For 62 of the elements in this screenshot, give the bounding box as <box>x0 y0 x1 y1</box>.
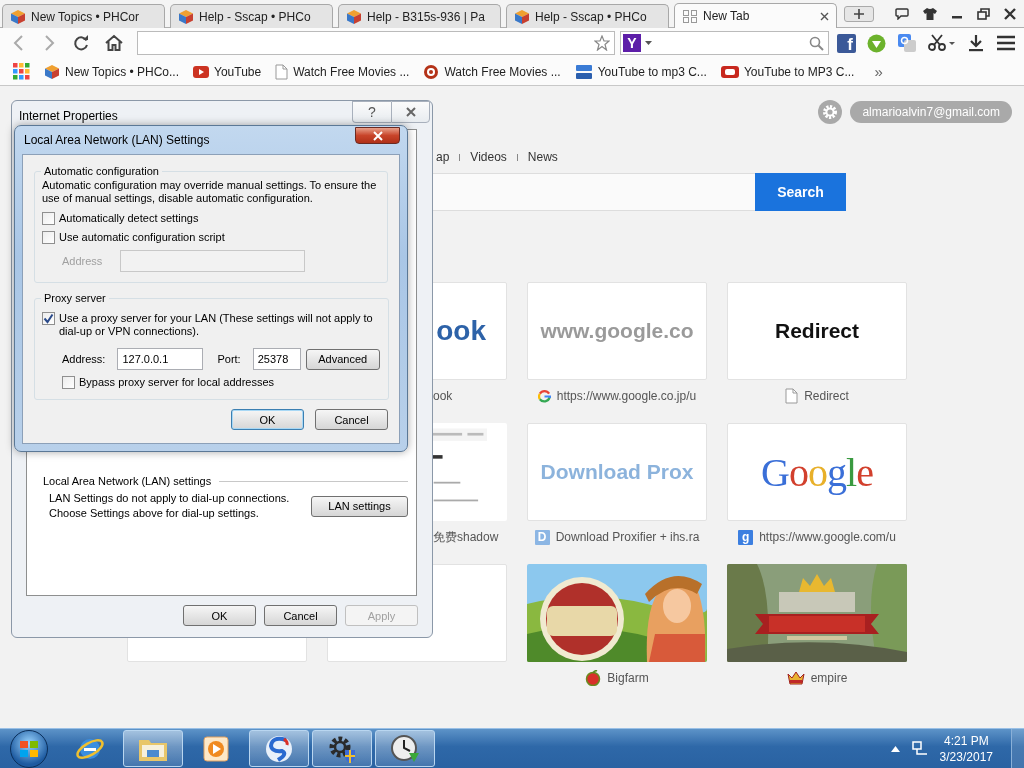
tab[interactable]: New Topics • PHCor <box>2 4 165 28</box>
tile-label[interactable]: empire <box>810 671 848 685</box>
nav-link[interactable]: Videos <box>470 150 507 164</box>
field-label: Port: <box>217 353 241 365</box>
address-field[interactable]: 127.0.0.1 <box>117 348 204 370</box>
thumbnail-title: www.google.co <box>540 319 694 343</box>
search-button[interactable]: Search <box>755 173 846 211</box>
bookmark[interactable]: Watch Free Movies ... <box>275 63 410 80</box>
port-field[interactable]: 25378 <box>252 348 301 370</box>
help-text: LAN Settings do not apply to dial-up connections. Choose Settings above for dial-up settings. <box>48 491 290 521</box>
field-label: Address: <box>62 353 106 365</box>
tile-label[interactable]: Redirect <box>804 389 849 403</box>
window-title: Internet Properties <box>19 107 119 123</box>
more-bookmarks-button[interactable]: » <box>874 63 883 80</box>
thumbnail-title: Redirect <box>775 319 859 343</box>
group-title: Automatic configuration <box>43 165 160 177</box>
dialog-button[interactable]: OK <box>231 409 304 430</box>
thumbnail-title: ook <box>436 315 486 347</box>
advanced-button[interactable]: Advanced <box>305 348 380 370</box>
checkbox-label[interactable]: Use automatic configuration script <box>59 231 225 244</box>
tile-label[interactable]: Download Proxifier + ihs.ra <box>555 530 700 544</box>
tile-label[interactable]: ook <box>433 389 453 403</box>
time-text: 4:21 PM <box>943 732 989 749</box>
tile-label[interactable]: https://www.google.com/u <box>759 530 896 544</box>
thumbnail-logo: Google <box>761 448 873 496</box>
bookmark[interactable]: YouTube to mp3 C... <box>574 63 707 80</box>
dialog-button[interactable]: Cancel <box>264 605 337 626</box>
tab[interactable]: Help - Sscap • PHCo <box>170 4 333 28</box>
site-icon: D <box>534 529 550 545</box>
tile-label[interactable]: 免费shadow <box>433 528 499 546</box>
tab[interactable]: New Tab <box>674 3 837 28</box>
nav-link[interactable]: ap <box>436 150 450 164</box>
facebook-extension-icon[interactable]: f <box>837 33 856 53</box>
clock[interactable]: 4:21 PM 3/23/2017 <box>939 732 993 765</box>
date-text: 3/23/2017 <box>939 748 993 765</box>
window-title: Local Area Network (LAN) Settings <box>24 133 210 147</box>
group-title: Proxy server <box>43 292 107 304</box>
dialog-button[interactable]: OK <box>183 605 256 626</box>
tab[interactable]: Help - B315s-936 | Pa <box>338 4 501 28</box>
help-button[interactable]: ? <box>352 101 391 123</box>
checkbox-label[interactable]: Bypass proxy server for local addresses <box>79 376 275 389</box>
tab[interactable]: Help - Sscap • PHCo <box>506 4 669 28</box>
description-text: Automatic configuration may override manual settings. To ensure the use of manual settings, disable automatic configuration. <box>42 179 378 205</box>
bookmark[interactable]: YouTube to MP3 C... <box>720 64 855 79</box>
site-icon: g <box>738 529 754 545</box>
search-field[interactable]: Y <box>620 31 829 55</box>
nav-link[interactable]: News <box>527 150 558 164</box>
tile-label[interactable]: https://www.google.co.jp/u <box>556 389 697 403</box>
bookmark[interactable]: New Topics • PHCo... <box>44 63 180 80</box>
tile-label[interactable]: Bigfarm <box>607 671 649 685</box>
lan-settings-button[interactable]: LAN settings <box>311 495 408 517</box>
bookmark[interactable]: Watch Free Movies ... <box>423 63 561 80</box>
checkbox-label[interactable]: Use a proxy server for your LAN (These settings will not apply to dial-up or VPN connections). <box>59 312 380 338</box>
field-label: Address <box>62 255 103 267</box>
tile-thumbnail[interactable]: Google <box>727 423 907 521</box>
bookmark[interactable]: YouTube <box>193 64 262 79</box>
dialog-button[interactable]: Cancel <box>315 409 388 430</box>
thumbnail-title: Download Prox <box>540 460 694 484</box>
search-engine-logo[interactable]: Y <box>623 34 641 52</box>
checkbox-label[interactable]: Automatically detect settings <box>59 212 199 225</box>
section-heading: Local Area Network (LAN) settings <box>43 475 212 487</box>
tile-thumbnail[interactable]: Redirect <box>727 282 907 380</box>
